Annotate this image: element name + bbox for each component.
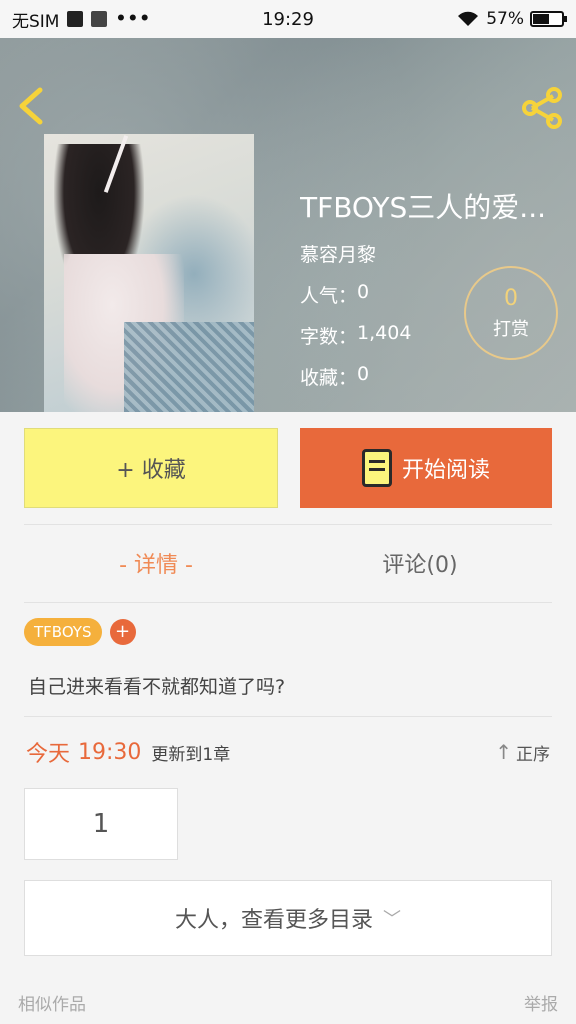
chevron-down-icon: ﹀ bbox=[383, 909, 401, 930]
favorites-value: 0 bbox=[357, 363, 370, 385]
book-cover bbox=[44, 134, 254, 412]
book-header: TFBOYS三人的爱... 慕容月黎 人气： 0 字数： 1,404 收藏： 0… bbox=[0, 38, 576, 412]
battery-percent: 57% bbox=[486, 9, 524, 29]
favorites-stat: 收藏： 0 bbox=[300, 363, 560, 390]
more-catalog-label: 大人，查看更多目录 bbox=[174, 908, 373, 933]
start-reading-label: 开始阅读 bbox=[401, 458, 490, 483]
chapter-number: 1 bbox=[92, 809, 110, 839]
tag-list: TFBOYS + bbox=[24, 618, 136, 646]
status-right: 57% bbox=[456, 9, 567, 29]
add-favorite-label: + 收藏 bbox=[116, 458, 186, 483]
update-text: 更新到1章 bbox=[151, 744, 231, 765]
divider bbox=[24, 602, 552, 603]
sort-button[interactable]: ↑ 正序 bbox=[495, 740, 550, 765]
update-day: 今天 bbox=[26, 742, 71, 767]
popularity-value: 0 bbox=[357, 281, 370, 303]
book-icon bbox=[361, 449, 392, 487]
battery-icon bbox=[530, 11, 567, 27]
word-count-value: 1,404 bbox=[357, 322, 412, 344]
book-title: TFBOYS三人的爱... bbox=[300, 191, 547, 224]
share-icon[interactable] bbox=[520, 86, 564, 130]
tab-bar: - 详情 - 评论(0) bbox=[24, 525, 552, 601]
chapter-item[interactable]: 1 bbox=[24, 788, 178, 860]
update-row: 今天 19:30 更新到1章 ↑ 正序 bbox=[26, 736, 550, 768]
similar-works-link[interactable]: 相似作品 bbox=[18, 990, 86, 1015]
more-catalog-button[interactable]: 大人，查看更多目录 ﹀ bbox=[24, 880, 552, 956]
divider bbox=[24, 716, 552, 717]
status-bar: 无SIM ••• 19:29 57% bbox=[0, 0, 576, 38]
book-description: 自己进来看看不就都知道了吗? bbox=[28, 676, 286, 698]
footer: 相似作品 举报 bbox=[18, 990, 558, 1015]
tag-item[interactable]: TFBOYS bbox=[24, 618, 102, 646]
reward-label: 打赏 bbox=[493, 318, 529, 340]
favorites-label: 收藏： bbox=[300, 367, 358, 389]
arrow-up-icon: ↑ bbox=[495, 740, 512, 764]
update-time: 19:30 bbox=[78, 739, 142, 765]
wifi-icon bbox=[458, 11, 479, 26]
tab-details[interactable]: - 详情 - bbox=[24, 525, 288, 601]
reward-count: 0 bbox=[504, 285, 518, 311]
start-reading-button[interactable]: 开始阅读 bbox=[300, 428, 552, 508]
word-count-label: 字数： bbox=[300, 326, 358, 348]
action-buttons: + 收藏 开始阅读 bbox=[24, 428, 552, 508]
popularity-label: 人气： bbox=[300, 285, 358, 307]
add-favorite-button[interactable]: + 收藏 bbox=[24, 428, 278, 508]
add-tag-button[interactable]: + bbox=[109, 619, 136, 645]
sort-label: 正序 bbox=[516, 744, 550, 765]
carrier-text: 无SIM bbox=[12, 11, 60, 32]
database-icon bbox=[91, 11, 108, 27]
more-notifications-icon: ••• bbox=[115, 9, 152, 29]
book-author[interactable]: 慕容月黎 bbox=[300, 240, 560, 267]
back-icon[interactable] bbox=[14, 86, 50, 126]
status-left: 无SIM ••• bbox=[12, 7, 151, 32]
reward-button[interactable]: 0 打赏 bbox=[464, 266, 558, 360]
report-link[interactable]: 举报 bbox=[524, 990, 558, 1015]
shrimp-app-icon bbox=[67, 11, 84, 27]
tab-comments[interactable]: 评论(0) bbox=[288, 525, 552, 601]
